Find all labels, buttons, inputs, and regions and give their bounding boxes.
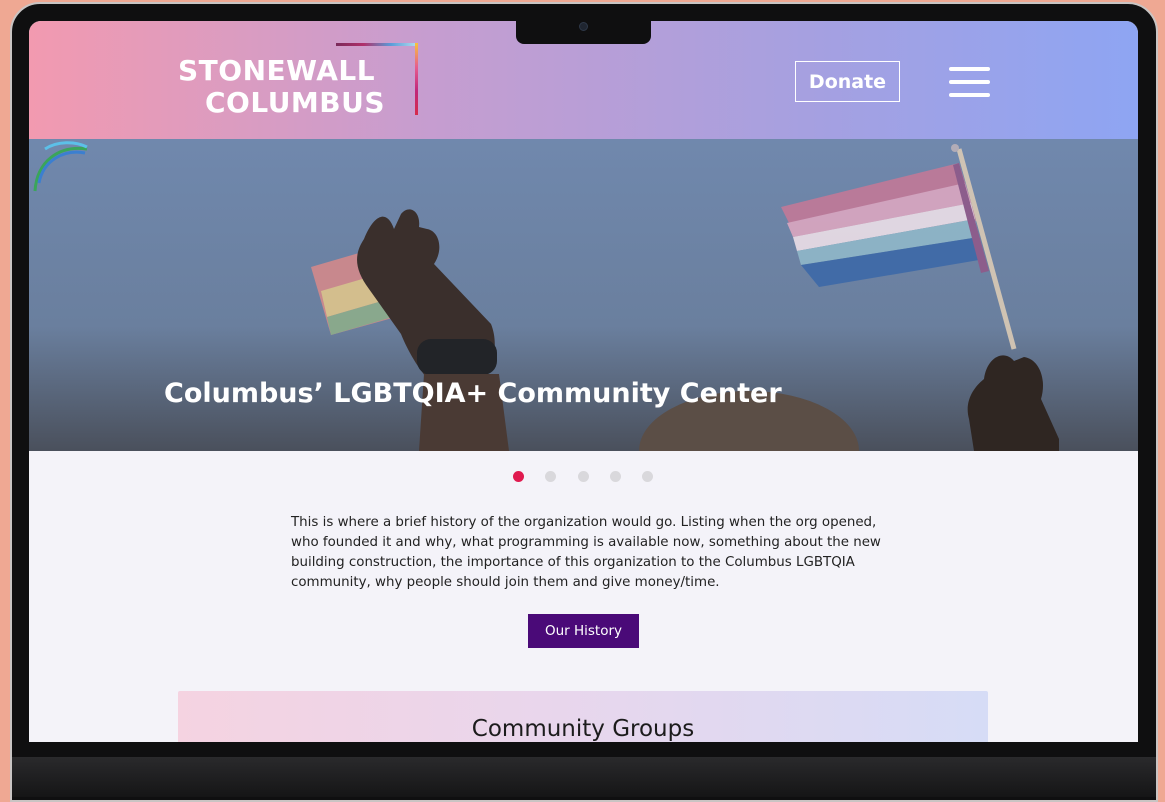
logo-line-1: STONEWALL	[178, 54, 376, 87]
hero-title: Columbus’ LGBTQIA+ Community Center	[164, 378, 782, 409]
camera-notch	[516, 21, 651, 44]
donate-button[interactable]: Donate	[795, 61, 900, 102]
community-groups-heading: Community Groups	[471, 716, 695, 742]
organization-history-text: This is where a brief history of the org…	[291, 515, 881, 590]
browser-screen: STONEWALL COLUMBUS Donate Columbus’ LGBT…	[29, 21, 1138, 742]
laptop-base	[10, 757, 1158, 797]
logo-line-2: COLUMBUS	[205, 86, 386, 119]
hero-carousel-slide: Columbus’ LGBTQIA+ Community Center	[29, 139, 1138, 451]
carousel-dot-5[interactable]	[642, 471, 653, 482]
stonewall-columbus-logo[interactable]: STONEWALL COLUMBUS	[178, 43, 418, 117]
community-groups-section: Community Groups	[178, 691, 988, 742]
logo-rainbow-bar-top	[336, 43, 418, 46]
hamburger-menu-icon[interactable]	[949, 67, 990, 97]
camera-icon	[579, 22, 588, 31]
carousel-dot-2[interactable]	[545, 471, 556, 482]
carousel-dot-4[interactable]	[610, 471, 621, 482]
our-history-button[interactable]: Our History	[528, 614, 639, 648]
logo-rainbow-bar-side	[415, 43, 418, 115]
rainbow-arc-icon	[33, 141, 88, 192]
carousel-dot-3[interactable]	[578, 471, 589, 482]
carousel-dot-1[interactable]	[513, 471, 524, 482]
